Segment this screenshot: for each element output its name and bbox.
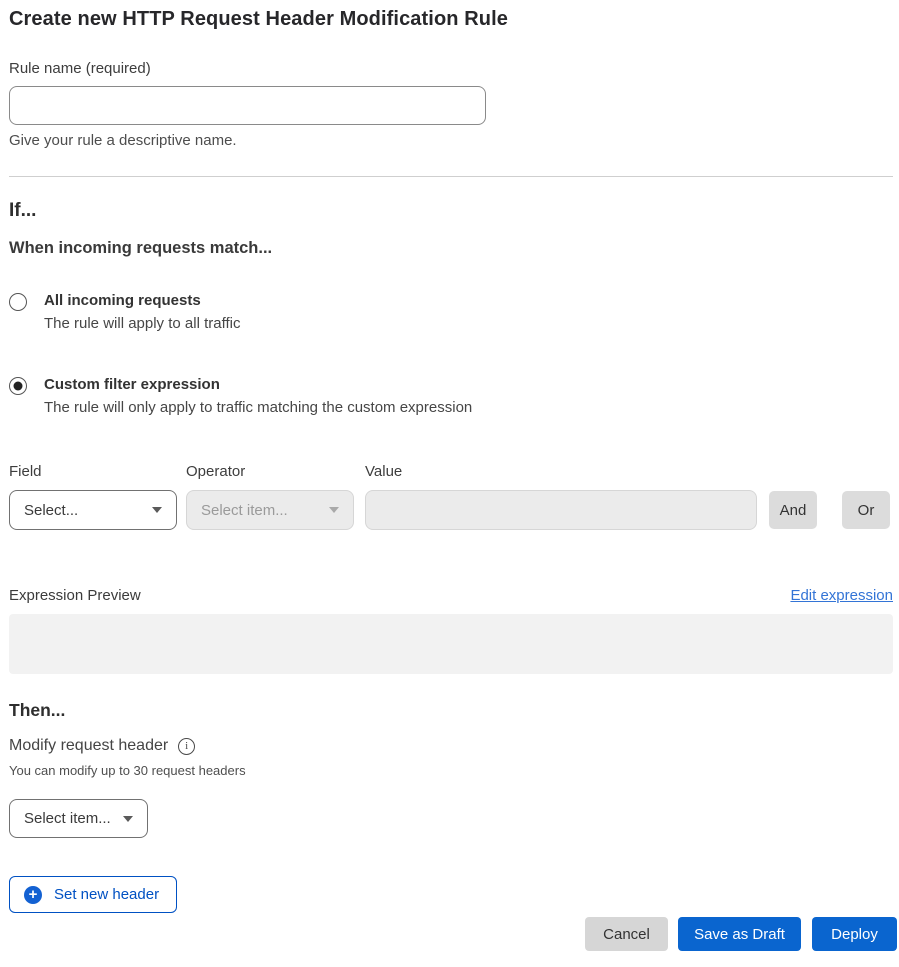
expression-preview-header: Expression Preview Edit expression — [9, 587, 893, 604]
header-action-select[interactable]: Select item... — [9, 799, 148, 838]
create-rule-form: Create new HTTP Request Header Modificat… — [0, 0, 899, 967]
radio-option-all-requests[interactable]: All incoming requests The rule will appl… — [9, 292, 893, 332]
field-select-value: Select... — [24, 502, 78, 519]
set-new-header-label: Set new header — [54, 886, 159, 903]
modify-header-label: Modify request header — [9, 737, 168, 755]
plus-circle-icon: + — [24, 886, 42, 904]
radio-all-requests[interactable] — [9, 293, 27, 311]
radio-all-requests-label[interactable]: All incoming requests — [44, 292, 240, 309]
rule-name-input[interactable] — [9, 86, 486, 125]
value-label: Value — [365, 463, 757, 480]
expression-builder-row: Select... Select item... And Or — [9, 490, 893, 530]
save-as-draft-button[interactable]: Save as Draft — [678, 917, 801, 951]
operator-select-value: Select item... — [201, 502, 288, 519]
chevron-down-icon — [123, 816, 133, 822]
or-button[interactable]: Or — [842, 491, 890, 529]
radio-option-texts: All incoming requests The rule will appl… — [44, 292, 240, 332]
set-new-header-button[interactable]: + Set new header — [9, 876, 177, 913]
deploy-button[interactable]: Deploy — [812, 917, 897, 951]
radio-option-texts: Custom filter expression The rule will o… — [44, 376, 472, 416]
expression-preview-box — [9, 614, 893, 674]
footer-actions: Cancel Save as Draft Deploy — [9, 917, 897, 951]
operator-label: Operator — [186, 463, 365, 480]
section-divider — [9, 176, 893, 177]
cancel-button[interactable]: Cancel — [585, 917, 668, 951]
operator-select[interactable]: Select item... — [186, 490, 354, 530]
chevron-down-icon — [329, 507, 339, 513]
then-heading: Then... — [9, 700, 893, 721]
field-label: Field — [9, 463, 186, 480]
edit-expression-link[interactable]: Edit expression — [790, 587, 893, 604]
page-title: Create new HTTP Request Header Modificat… — [9, 8, 893, 31]
rule-name-label: Rule name (required) — [9, 60, 893, 77]
if-heading: If... — [9, 200, 893, 222]
value-input[interactable] — [365, 490, 757, 530]
radio-custom-filter[interactable] — [9, 377, 27, 395]
and-button[interactable]: And — [769, 491, 817, 529]
radio-all-requests-description: The rule will apply to all traffic — [44, 315, 240, 332]
modify-header-row: Modify request header i — [9, 737, 893, 755]
modify-header-helper: You can modify up to 30 request headers — [9, 763, 893, 778]
rule-name-helper: Give your rule a descriptive name. — [9, 132, 893, 149]
expression-builder-labels: Field Operator Value — [9, 463, 893, 480]
info-icon[interactable]: i — [178, 738, 195, 755]
match-subheading: When incoming requests match... — [9, 239, 893, 258]
chevron-down-icon — [152, 507, 162, 513]
expression-preview-label: Expression Preview — [9, 587, 141, 604]
field-select[interactable]: Select... — [9, 490, 177, 530]
header-action-select-value: Select item... — [24, 810, 111, 827]
radio-option-custom-filter[interactable]: Custom filter expression The rule will o… — [9, 376, 893, 416]
radio-custom-filter-label[interactable]: Custom filter expression — [44, 376, 472, 393]
radio-custom-filter-description: The rule will only apply to traffic matc… — [44, 399, 472, 416]
